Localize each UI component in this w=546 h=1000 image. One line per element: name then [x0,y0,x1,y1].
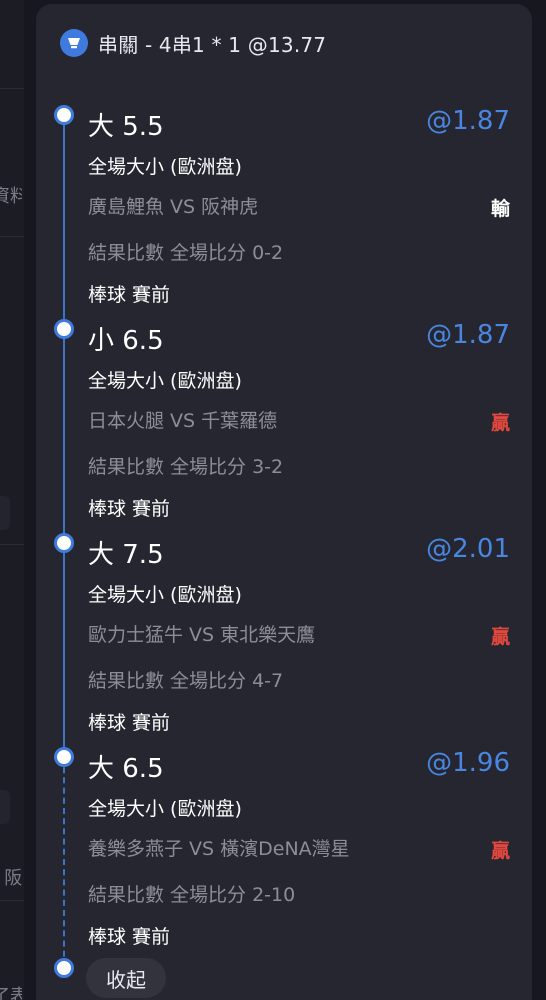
bet-score: 結果比數 全場比分 2-10 [88,884,296,906]
page: 資料 - 阪 了表 串關 - 4串1 * 1 @13.77 大 5.5 @1.8… [0,0,546,1000]
background-panel: 資料 - 阪 了表 [0,0,24,1000]
background-button [0,790,10,824]
bet-sport: 棒球 賽前 [88,712,171,734]
parlay-title: 串關 - 4串1 * 1 @13.77 [98,32,327,57]
bet-odds: @1.96 [426,748,510,778]
background-text: - 阪 [0,868,22,889]
background-divider [0,900,24,901]
bet-market: 全場大小 (歐洲盘) [88,156,242,178]
bet-score: 結果比數 全場比分 4-7 [88,670,284,692]
bet-match: 廣島鯉魚 VS 阪神虎 [88,196,259,218]
bet-score: 結果比數 全場比分 3-2 [88,456,284,478]
background-divider [0,88,24,89]
background-divider [0,544,24,545]
background-divider [0,236,24,237]
bet-result-badge: 贏 [490,412,510,434]
background-button [0,496,10,530]
background-text: 了表 [0,986,22,1000]
parlay-header: 串關 - 4串1 * 1 @13.77 [60,28,326,58]
bet-odds: @1.87 [426,106,510,136]
bet-odds: @1.87 [426,320,510,350]
timeline-node [54,533,74,553]
timeline-node [54,958,74,978]
bet-odds: @2.01 [426,534,510,564]
bet-score: 結果比數 全場比分 0-2 [88,242,284,264]
bet-match: 日本火腿 VS 千葉羅德 [88,410,278,432]
bet-selection: 大 7.5 [88,540,164,570]
timeline-node [54,747,74,767]
parlay-cup-icon [60,29,88,57]
bet-market: 全場大小 (歐洲盘) [88,798,242,820]
timeline-line-dashed [63,757,65,967]
bet-result-badge: 輸 [490,198,510,220]
bet-market: 全場大小 (歐洲盘) [88,584,242,606]
bet-sport: 棒球 賽前 [88,926,171,948]
collapse-button[interactable]: 收起 [86,958,166,998]
bet-sport: 棒球 賽前 [88,284,171,306]
bet-selection: 小 6.5 [88,326,164,356]
bet-selection: 大 6.5 [88,754,164,784]
bet-result-badge: 贏 [490,626,510,648]
bet-market: 全場大小 (歐洲盘) [88,370,242,392]
background-text: 資料 [0,186,22,207]
bet-result-badge: 贏 [490,840,510,862]
timeline-node [54,319,74,339]
bet-selection: 大 5.5 [88,112,164,142]
timeline-node [54,105,74,125]
timeline-line [63,113,65,757]
bet-match: 歐力士猛牛 VS 東北樂天鷹 [88,624,316,646]
bet-sport: 棒球 賽前 [88,498,171,520]
bet-match: 養樂多燕子 VS 橫濱DeNA灣星 [88,838,350,860]
